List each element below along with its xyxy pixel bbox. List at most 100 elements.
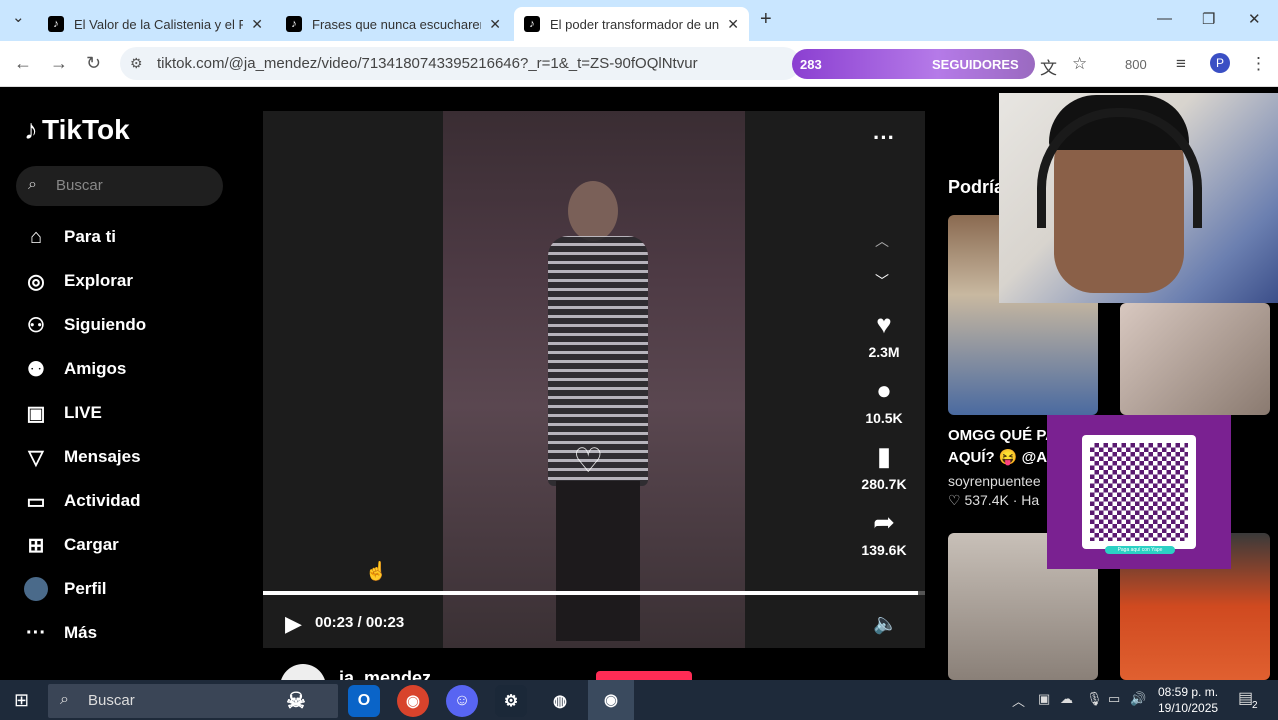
save-action[interactable]: ▮ 280.7K [853,441,915,492]
qr-code [1082,435,1196,549]
nav-actividad[interactable]: ▭ Actividad [24,486,141,516]
reload-icon[interactable]: ↻ [86,53,101,74]
tray-chevron-icon[interactable]: ︿ [1012,691,1025,710]
nav-explorar[interactable]: ◎ Explorar [24,266,133,296]
play-icon[interactable]: ▶ [285,611,302,637]
tab-2[interactable]: ♪ Frases que nunca escucharemo ✕ [276,7,511,41]
comment-action[interactable]: ● 10.5K [853,375,915,426]
site-info-icon[interactable]: ⚙ [130,55,143,72]
friends-icon: ⚉ [27,358,45,381]
nav-label: Siguiendo [64,315,147,334]
mouse-cursor-icon: ☝ [365,561,388,581]
nav-mensajes[interactable]: ▽ Mensajes [24,442,141,472]
bookmark-icon: ▮ [876,441,892,471]
upload-icon: ⊞ [27,534,45,557]
volume-icon[interactable]: 🔈 [873,611,898,636]
back-icon[interactable]: ← [14,53,32,74]
taskbar-clock[interactable]: 08:59 p. m. 19/10/2025 [1158,684,1218,716]
speaker-icon[interactable]: 🔊 [1130,691,1146,707]
nav-cargar[interactable]: ⊞ Cargar [24,530,119,560]
outlook-icon[interactable]: O [348,685,380,717]
video-time: 00:23 / 00:23 [315,614,405,631]
webcam-overlay [999,93,1278,303]
save-count: 280.7K [861,476,907,492]
tiktok-favicon-icon: ♪ [524,16,540,32]
clock-date: 19/10/2025 [1158,701,1219,715]
more-icon: ··· [26,621,46,644]
video-progress-bar[interactable] [263,591,925,595]
tiktok-favicon-icon: ♪ [48,16,64,32]
tab-search-icon[interactable]: ⌄ [12,8,25,26]
video-player[interactable]: ♡ ··· ︿ ﹀ ♥ 2.3M ● 10.5K ▮ 280.7K ➦ 139.6K ▶… [263,111,925,648]
video-frame[interactable]: ♡ [443,111,745,648]
progress-fill [263,591,919,595]
windows-start-icon[interactable]: ⊞ [14,690,29,711]
nav-label: Cargar [64,535,119,554]
share-action[interactable]: ➦ 139.6K [853,507,915,558]
nav-siguiendo[interactable]: ⚇ Siguiendo [24,310,146,340]
nav-live[interactable]: ▣ LIVE [24,398,102,428]
search-input[interactable]: ⌕ Buscar [16,166,223,206]
share-icon: ➦ [873,507,895,537]
cloud-icon[interactable]: ☁ [1060,691,1073,707]
suggestion-likes: ♡ 537.4K · Ha [948,492,1040,508]
menu-dots-icon[interactable]: ⋮ [1250,54,1267,74]
obs-icon[interactable]: ◍ [544,685,576,717]
followers-label: SEGUIDORES [932,57,1019,72]
tab-title: El poder transformador de un a [550,16,720,32]
nav-label: Más [64,623,98,642]
nav-mas[interactable]: ··· Más [24,618,97,648]
tab-3-active[interactable]: ♪ El poder transformador de un a ✕ [514,7,749,41]
steam-icon[interactable]: ⚙ [495,685,527,717]
star-icon[interactable]: ☆ [1072,54,1087,74]
discord-icon[interactable]: ☺ [446,685,478,717]
nav-label: Amigos [64,359,127,378]
suggestion-thumbnail[interactable] [1120,303,1270,415]
search-icon: ⌕ [28,176,37,193]
nav-amigos[interactable]: ⚉ Amigos [24,354,126,384]
nav-label: Actividad [64,491,141,510]
tray-app-icon[interactable]: ▣ [1038,691,1050,707]
speaker-head [568,181,618,241]
translate-icon[interactable]: 文 [1040,54,1057,79]
calavera-search-icon: ☠ [286,688,306,713]
maximize-icon[interactable]: ❐ [1202,10,1215,28]
close-window-icon[interactable]: ✕ [1248,10,1261,28]
close-tab-icon[interactable]: ✕ [727,16,739,33]
overlay-number: 800 [1125,57,1147,72]
nav-label: Perfil [64,579,107,598]
like-count: 2.3M [868,344,900,360]
heart-icon: ♥ [876,309,892,339]
media-icon[interactable]: ≡ [1176,54,1186,74]
suggestion-user[interactable]: soyrenpuentee [948,473,1041,489]
more-options-icon[interactable]: ··· [873,125,895,151]
close-tab-icon[interactable]: ✕ [251,16,263,33]
nav-label: LIVE [64,403,102,422]
nav-perfil[interactable]: Perfil [24,574,107,604]
compass-icon: ◎ [27,270,45,293]
like-action[interactable]: ♥ 2.3M [853,309,915,360]
chrome-active-icon[interactable]: ◉ [588,680,634,720]
profile-avatar-icon[interactable]: P [1210,53,1230,73]
forward-icon[interactable]: → [50,53,68,74]
chrome-icon[interactable]: ◉ [397,685,429,717]
next-video-icon[interactable]: ﹀ [875,271,889,291]
network-icon[interactable]: ▭ [1108,691,1120,707]
minimize-icon[interactable]: — [1157,10,1172,27]
tiktok-sidebar: ♪ TikTok ⌕ Buscar ⌂ Para ti ◎ Explorar ⚇ Sig… [0,87,245,680]
microphone-icon[interactable]: 🎙 [1086,691,1103,707]
home-icon: ⌂ [29,225,43,248]
new-tab-icon[interactable]: + [760,8,772,31]
nav-para-ti[interactable]: ⌂ Para ti [24,222,116,252]
tab-1[interactable]: ♪ El Valor de la Calistenia y el Pro ✕ [38,7,273,41]
notification-count: 2 [1252,700,1258,711]
close-tab-icon[interactable]: ✕ [489,16,501,33]
previous-video-icon[interactable]: ︿ [875,231,889,251]
notifications-icon[interactable]: ▤ [1238,688,1253,708]
nav-label: Mensajes [64,447,141,466]
suggestions-heading: Podría [948,177,1005,197]
activity-icon: ▭ [26,490,46,513]
search-placeholder: Buscar [56,177,103,194]
tiktok-logo[interactable]: ♪ TikTok [24,114,130,146]
heart-pulse-watermark-icon: ♡ [573,442,604,480]
